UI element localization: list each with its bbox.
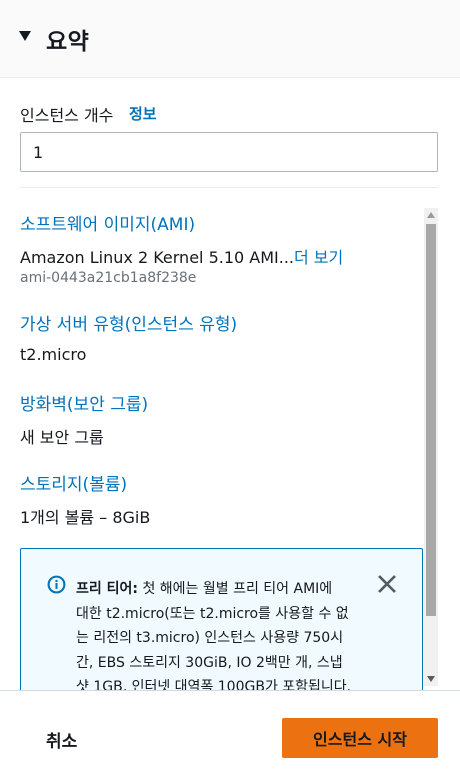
ami-value: Amazon Linux 2 Kernel 5.10 AMI...더 보기 [20,244,343,268]
summary-title: 요약 [46,29,90,55]
scrollbar-thumb[interactable] [426,224,436,616]
info-icon [47,575,66,594]
free-tier-line: 는 리전의 t3.micro) 인스턴스 사용량 750시 [76,630,344,646]
free-tier-line: 간, EBS 스토리지 30GiB, IO 2백만 개, 스냅 [76,654,343,671]
info-link[interactable]: 정보 [129,103,157,124]
footer: 취소 인스턴스 시작 [0,690,460,781]
caret-down-icon[interactable] [19,31,31,41]
instance-count-label: 인스턴스 개수 [20,106,114,125]
storage-heading-link[interactable]: 스토리지(볼륨) [20,470,127,495]
summary-header[interactable]: 요약 [0,0,460,78]
storage-value: 1개의 볼륨 – 8GiB [20,508,151,527]
instance-type-value: t2.micro [20,345,87,364]
close-icon[interactable] [376,573,398,595]
ami-heading-link[interactable]: 소프트웨어 이미지(AMI) [20,210,195,235]
free-tier-line: 대한 t2.micro(또는 t2.micro를 사용할 수 없 [76,605,349,622]
ami-name: Amazon Linux 2 Kernel 5.10 AMI... [20,248,294,267]
instance-count-input[interactable] [20,132,438,172]
scrollbar[interactable] [424,208,438,686]
divider [20,187,438,188]
scroll-up-arrow-icon[interactable] [427,212,435,218]
summary-details-panel: 소프트웨어 이미지(AMI) Amazon Linux 2 Kernel 5.1… [0,195,460,690]
launch-instance-button[interactable]: 인스턴스 시작 [282,718,438,758]
free-tier-text: 프리 티어: 첫 해에는 월별 프리 티어 AMI에 대한 t2.micro(또… [76,577,366,690]
instance-type-heading-link[interactable]: 가상 서버 유형(인스턴스 유형) [20,310,237,335]
ami-id: ami-0443a21cb1a8f238e [20,270,197,286]
free-tier-line-text: 첫 해에는 월별 프리 티어 AMI에 [142,581,333,597]
firewall-value: 새 보안 그룹 [20,428,104,447]
free-tier-notice: 프리 티어: 첫 해에는 월별 프리 티어 AMI에 대한 t2.micro(또… [20,548,423,690]
firewall-heading-link[interactable]: 방화벽(보안 그룹) [20,390,148,415]
cancel-button[interactable]: 취소 [46,727,77,752]
free-tier-line: 프리 티어: 첫 해에는 월별 프리 티어 AMI에 [76,577,366,602]
scroll-down-arrow-icon[interactable] [427,676,435,682]
see-more-link[interactable]: 더 보기 [294,248,343,267]
free-tier-title: 프리 티어: [76,581,138,597]
free-tier-line: 샷 1GB, 인터넷 대역폭 100GB가 포함됩니다. [76,679,352,690]
